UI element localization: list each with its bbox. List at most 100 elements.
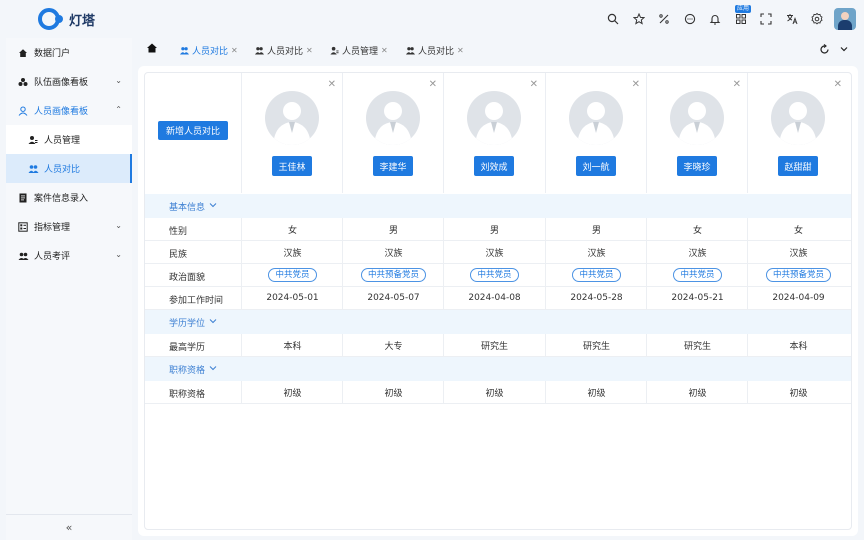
people-eval-icon — [16, 251, 30, 261]
table-cell: 研究生 — [546, 334, 647, 356]
sidebar: 数据门户 队伍画像看板 ⌄ 人员画像看板 ⌃ 人员管理 人员对比 案件信息录入 — [6, 38, 132, 540]
table-row: 性别 女 男 男 男 女 女 — [145, 218, 851, 241]
close-icon[interactable]: ✕ — [429, 79, 437, 90]
sidebar-item-label: 指标管理 — [34, 220, 70, 233]
close-icon[interactable]: ✕ — [457, 46, 464, 55]
close-icon[interactable]: ✕ — [381, 46, 388, 55]
translate-icon[interactable] — [779, 9, 805, 29]
sidebar-item-label: 人员考评 — [34, 249, 70, 262]
chevron-down-icon — [209, 201, 217, 211]
person-name-button[interactable]: 王佳林 — [272, 156, 312, 176]
star-icon[interactable] — [626, 9, 652, 29]
search-icon[interactable] — [601, 9, 627, 29]
table-cell: 初级 — [444, 381, 545, 403]
app-name: 灯塔 — [69, 10, 95, 29]
home-icon — [16, 48, 30, 58]
sidebar-item-case-entry[interactable]: 案件信息录入 — [6, 183, 132, 212]
compare-panel: 新增人员对比 ✕ 王佳林 ✕ 李建华 ✕ 刘效成 ✕ — [144, 72, 852, 530]
avatar — [366, 91, 420, 145]
person-name-button[interactable]: 刘效成 — [474, 156, 514, 176]
sidebar-item-indicator-manage[interactable]: 指标管理 ⌄ — [6, 212, 132, 241]
section-header-basic-info[interactable]: 基本信息 — [145, 194, 851, 218]
table-cell: 初级 — [343, 381, 444, 403]
table-cell: 男 — [343, 218, 444, 240]
table-row: 职称资格 初级 初级 初级 初级 初级 初级 — [145, 381, 851, 404]
table-cell: 中共党员 — [647, 264, 748, 286]
table-cell: 汉族 — [343, 241, 444, 263]
row-label: 参加工作时间 — [169, 293, 223, 306]
person-card: ✕ 刘效成 — [444, 73, 545, 193]
tab-person-compare-1[interactable]: 人员对比 ✕ — [180, 43, 238, 57]
table-row: 民族 汉族 汉族 汉族 汉族 汉族 汉族 — [145, 241, 851, 264]
fullscreen-icon[interactable] — [754, 9, 780, 29]
table-cell: 本科 — [748, 334, 849, 356]
sidebar-item-person-dashboard[interactable]: 人员画像看板 ⌃ — [6, 96, 132, 125]
close-icon[interactable]: ✕ — [530, 79, 538, 90]
settings-icon[interactable] — [805, 9, 831, 29]
table-cell: 男 — [444, 218, 545, 240]
tab-person-compare-2[interactable]: 人员对比 ✕ — [255, 43, 313, 57]
refresh-icon[interactable] — [817, 42, 831, 56]
row-label: 职称资格 — [169, 387, 205, 400]
section-header-title-qualification[interactable]: 职称资格 — [145, 357, 851, 381]
table-cell: 男 — [546, 218, 647, 240]
users-icon — [180, 46, 189, 55]
table-cell: 中共党员 — [242, 264, 343, 286]
person-name-button[interactable]: 刘一航 — [576, 156, 616, 176]
table-cell: 汉族 — [748, 241, 849, 263]
user-manage-icon — [26, 135, 40, 145]
sidebar-item-person-evaluation[interactable]: 人员考评 ⌄ — [6, 241, 132, 270]
sidebar-item-person-manage[interactable]: 人员管理 — [6, 125, 132, 154]
row-label: 性别 — [169, 224, 187, 237]
close-icon[interactable]: ✕ — [733, 79, 741, 90]
home-tab-icon[interactable] — [146, 42, 160, 56]
team-icon — [16, 77, 30, 87]
sidebar-item-label: 队伍画像看板 — [34, 75, 88, 88]
table-cell: 初级 — [242, 381, 343, 403]
person-name-button[interactable]: 李建华 — [373, 156, 413, 176]
row-label: 政治面貌 — [169, 270, 205, 283]
chevron-up-icon: ⌃ — [115, 105, 122, 114]
apps-icon[interactable]: 应用 — [728, 9, 754, 29]
close-icon[interactable]: ✕ — [632, 79, 640, 90]
add-person-compare-button[interactable]: 新增人员对比 — [158, 121, 228, 140]
apps-badge: 应用 — [735, 5, 751, 13]
sidebar-item-label: 人员画像看板 — [34, 104, 88, 117]
avatar — [670, 91, 724, 145]
avatar — [467, 91, 521, 145]
sidebar-item-label: 人员管理 — [44, 133, 80, 146]
section-header-education[interactable]: 学历学位 — [145, 310, 851, 334]
sidebar-item-person-compare[interactable]: 人员对比 — [6, 154, 132, 183]
table-row: 政治面貌 中共党员 中共预备党员 中共党员 中共党员 中共党员 中共预备党员 — [145, 264, 851, 287]
message-icon[interactable] — [677, 9, 703, 29]
sidebar-collapse-button[interactable]: « — [6, 514, 132, 540]
table-row: 参加工作时间 2024-05-01 2024-05-07 2024-04-08 … — [145, 287, 851, 310]
table-cell: 中共党员 — [546, 264, 647, 286]
person-card: ✕ 王佳林 — [242, 73, 343, 193]
bell-icon[interactable] — [703, 9, 729, 29]
close-icon[interactable]: ✕ — [231, 46, 238, 55]
document-icon — [16, 193, 30, 203]
close-icon[interactable]: ✕ — [306, 46, 313, 55]
percent-icon[interactable] — [652, 9, 678, 29]
sidebar-item-label: 数据门户 — [34, 46, 70, 59]
tab-person-compare-3[interactable]: 人员对比 ✕ — [406, 43, 464, 57]
avatar — [771, 91, 825, 145]
table-cell: 初级 — [647, 381, 748, 403]
person-name-button[interactable]: 李晓珍 — [677, 156, 717, 176]
sidebar-item-data-portal[interactable]: 数据门户 — [6, 38, 132, 67]
app-logo[interactable]: 灯塔 — [38, 8, 95, 30]
user-avatar[interactable] — [834, 8, 856, 30]
chevron-down-icon[interactable] — [837, 42, 851, 56]
user-outline-icon — [16, 106, 30, 116]
users-compare-icon — [26, 164, 40, 174]
sidebar-item-team-dashboard[interactable]: 队伍画像看板 ⌄ — [6, 67, 132, 96]
close-icon[interactable]: ✕ — [328, 79, 336, 90]
tab-person-manage[interactable]: 人员管理 ✕ — [330, 43, 388, 57]
table-cell: 汉族 — [444, 241, 545, 263]
table-cell: 中共预备党员 — [343, 264, 444, 286]
avatar — [569, 91, 623, 145]
table-cell: 中共党员 — [444, 264, 545, 286]
close-icon[interactable]: ✕ — [834, 79, 842, 90]
person-name-button[interactable]: 赵甜甜 — [778, 156, 818, 176]
